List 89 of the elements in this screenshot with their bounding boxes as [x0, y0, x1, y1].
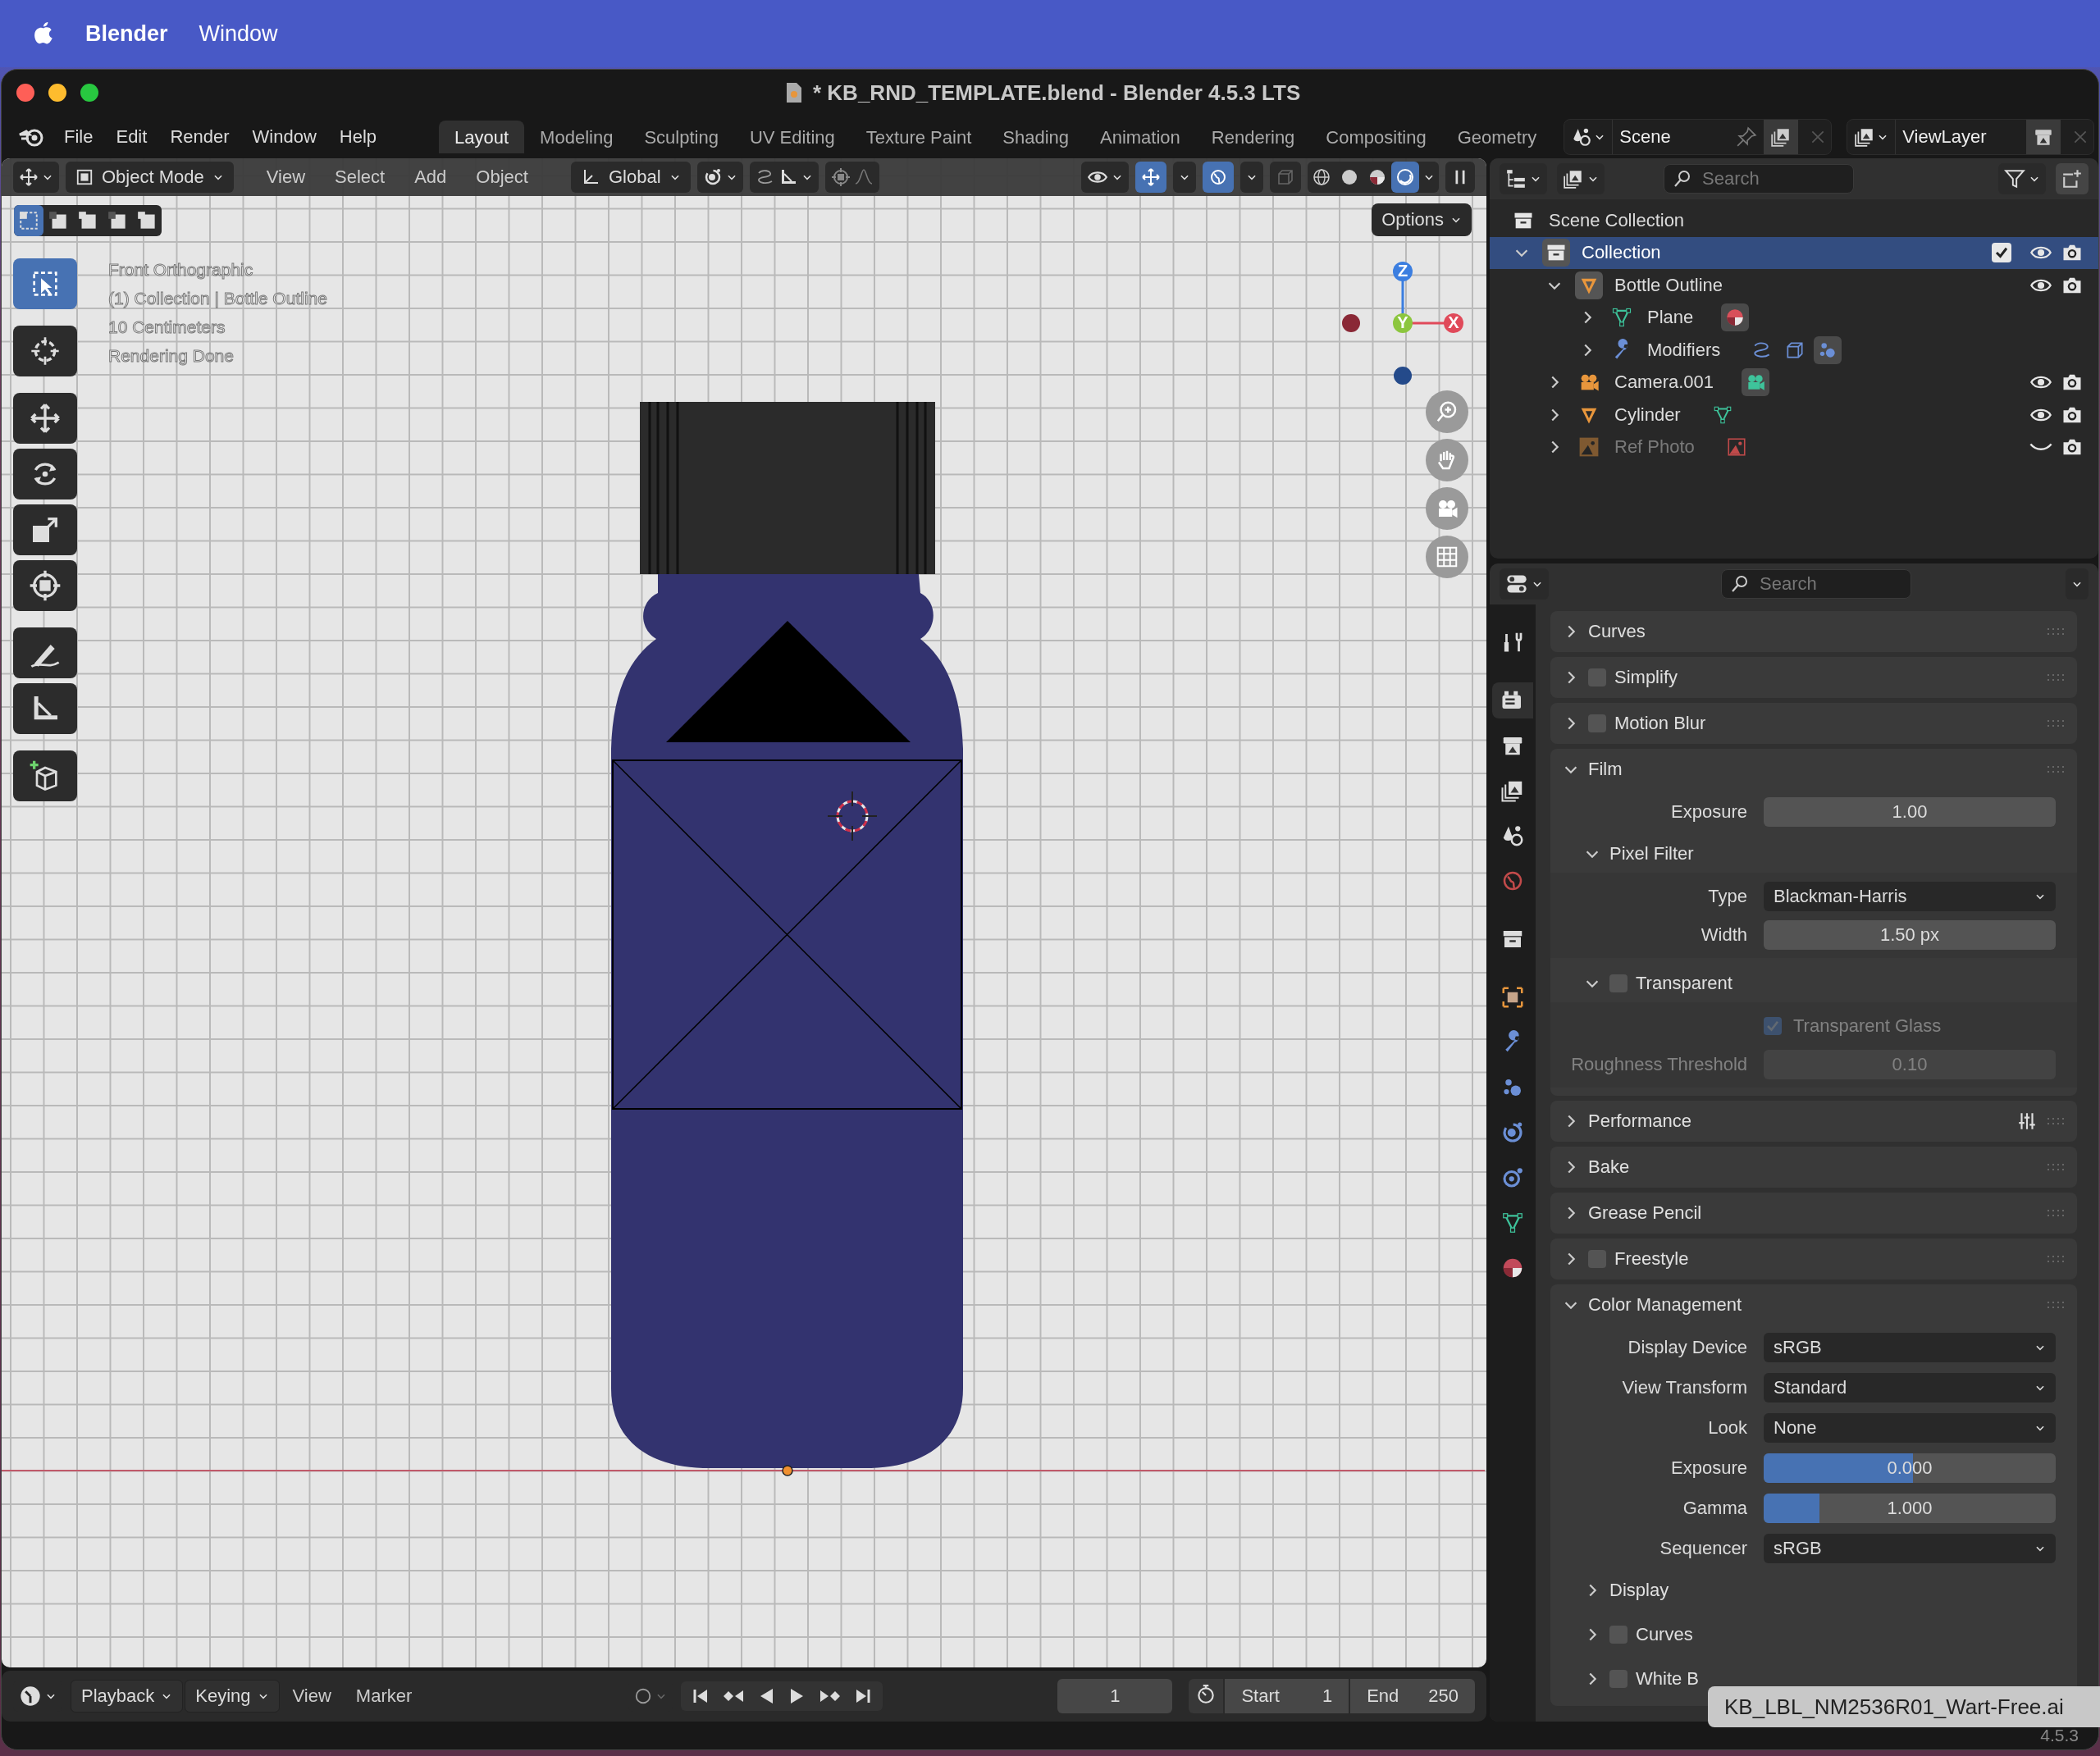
current-frame-field[interactable]: 1 [1057, 1679, 1173, 1713]
number-field[interactable]: 1.00 [1764, 796, 2056, 827]
subpanel-header[interactable]: Transparent [1550, 965, 2077, 1002]
tooltip: KB_LBL_NM2536R01_Wart-Free.ai [1708, 1686, 2100, 1727]
menu-item[interactable]: Window [199, 21, 278, 47]
view-layer-selector[interactable]: ViewLayer [1847, 119, 2095, 155]
panel-header[interactable]: Simplify [1550, 657, 2077, 698]
menu-item[interactable]: Render [158, 126, 241, 148]
panel-header[interactable]: Motion Blur [1550, 703, 2077, 744]
menu-item[interactable]: Object [464, 166, 540, 188]
outliner-row[interactable]: Plane [1490, 301, 2098, 334]
panel-header[interactable]: Color Management [1550, 1284, 2077, 1325]
outliner-item[interactable]: Collection [1582, 242, 1661, 264]
dropdown-field[interactable]: sRGB [1764, 1332, 2056, 1362]
options-dropdown[interactable]: Options [1372, 203, 1472, 236]
dropdown-menu[interactable]: Keying [185, 1680, 280, 1713]
outliner-item[interactable]: Modifiers [1647, 339, 1721, 361]
workspace-tab[interactable]: Sculpting [628, 121, 734, 153]
outliner-item[interactable]: Plane [1647, 307, 1694, 329]
viewport-info-text: Front Orthographic [108, 259, 253, 281]
dropdown-field[interactable]: sRGB [1764, 1533, 2056, 1563]
workspace-tab[interactable]: Animation [1084, 121, 1196, 153]
field-label: Exposure [1670, 1457, 1748, 1479]
workspace-tab[interactable]: Modeling [524, 121, 629, 153]
workspace-tab[interactable]: Rendering [1195, 121, 1311, 153]
menu-item[interactable]: View [254, 166, 317, 188]
panel-header[interactable]: Curves [1550, 611, 2077, 652]
outliner-row[interactable]: Scene Collection [1490, 204, 2098, 237]
number-field[interactable]: 1.000 [1764, 1493, 2056, 1523]
menu-item[interactable]: Marker [344, 1685, 424, 1707]
axis-handle[interactable]: Z [1393, 262, 1413, 281]
field-label: View Transform [1621, 1376, 1748, 1398]
outliner-row[interactable]: Modifiers [1490, 334, 2098, 367]
workspace-tab[interactable]: Compositing [1310, 121, 1442, 153]
outliner-row[interactable]: Bottle Outline [1490, 269, 2098, 302]
panel-header[interactable]: Film [1550, 749, 2077, 790]
viewport-info-text: 10 Centimeters [108, 317, 226, 338]
dropdown-field[interactable]: None [1764, 1412, 2056, 1443]
field-label: Width [1700, 924, 1748, 946]
dropdown-menu[interactable]: Playback [71, 1680, 184, 1713]
panel-header[interactable]: Performance [1550, 1101, 2077, 1142]
field-label: Look [1707, 1416, 1748, 1439]
subpanel-header[interactable]: Pixel Filter [1550, 835, 2077, 873]
version-text: 4.5.3 [2040, 1726, 2079, 1745]
outliner-row[interactable]: Camera.001 [1490, 366, 2098, 399]
panel-header[interactable]: Freestyle [1550, 1238, 2077, 1279]
outliner-row[interactable]: Cylinder [1490, 399, 2098, 431]
outliner-item[interactable]: Bottle Outline [1614, 274, 1723, 296]
dropdown-field[interactable]: Blackman-Harris [1764, 881, 2056, 911]
field-label: Sequencer [1659, 1537, 1748, 1559]
field-label: Exposure [1670, 800, 1748, 823]
number-field[interactable]: 1.50 px [1764, 919, 2056, 950]
workspace-tab[interactable]: Texture Paint [850, 121, 988, 153]
menu-item[interactable]: View [281, 1685, 343, 1707]
search-field[interactable]: Search [1721, 569, 1911, 599]
start-frame-field[interactable]: Start 1 [1225, 1679, 1349, 1713]
subpanel-header[interactable]: Display [1550, 1571, 2077, 1609]
workspace-tab[interactable]: Layout [439, 121, 525, 153]
field-label: Type [1707, 885, 1748, 907]
menu-item[interactable]: Select [323, 166, 397, 188]
checkbox-label: Transparent Glass [1793, 1015, 1942, 1037]
outliner-item[interactable]: Scene Collection [1549, 209, 1685, 231]
workspace-tab[interactable]: Geometry [1441, 121, 1553, 153]
dropdown-field[interactable]: Standard [1764, 1372, 2056, 1403]
workspace-tab[interactable]: UV Editing [733, 121, 851, 153]
mode-dropdown[interactable]: Object Mode [66, 162, 234, 193]
outliner-item[interactable]: Cylinder [1614, 404, 1681, 426]
field-label: Gamma [1682, 1497, 1748, 1519]
field-label: Display Device [1627, 1336, 1748, 1358]
menu-item[interactable]: Help [327, 126, 389, 148]
window-title: * KB_RND_TEMPLATE.blend - Blender 4.5.3 LTS [813, 80, 1301, 106]
menu-item[interactable]: Add [403, 166, 459, 188]
orientation-dropdown[interactable]: Global [570, 162, 691, 193]
viewport-info-text: Rendering Done [108, 345, 234, 367]
panel-header[interactable]: Grease Pencil [1550, 1193, 2077, 1234]
axis-handle[interactable]: X [1444, 313, 1463, 333]
subpanel-header[interactable]: Curves [1550, 1616, 2077, 1653]
outliner-item[interactable]: Camera.001 [1614, 372, 1714, 394]
outliner-row[interactable]: Collection [1490, 236, 2098, 269]
search-field[interactable]: Search [1664, 164, 1854, 194]
workspace-tab[interactable]: Shading [987, 121, 1084, 153]
end-frame-field[interactable]: End 250 [1350, 1679, 1475, 1713]
app-menu[interactable]: Blender [85, 21, 168, 47]
menu-item[interactable]: Window [240, 126, 328, 148]
scene-selector[interactable]: Scene [1564, 119, 1833, 155]
menu-item[interactable]: Edit [104, 126, 159, 148]
panel-header[interactable]: Bake [1550, 1147, 2077, 1188]
field-label: Roughness Threshold [1570, 1053, 1748, 1075]
menu-item[interactable]: File [52, 126, 105, 148]
